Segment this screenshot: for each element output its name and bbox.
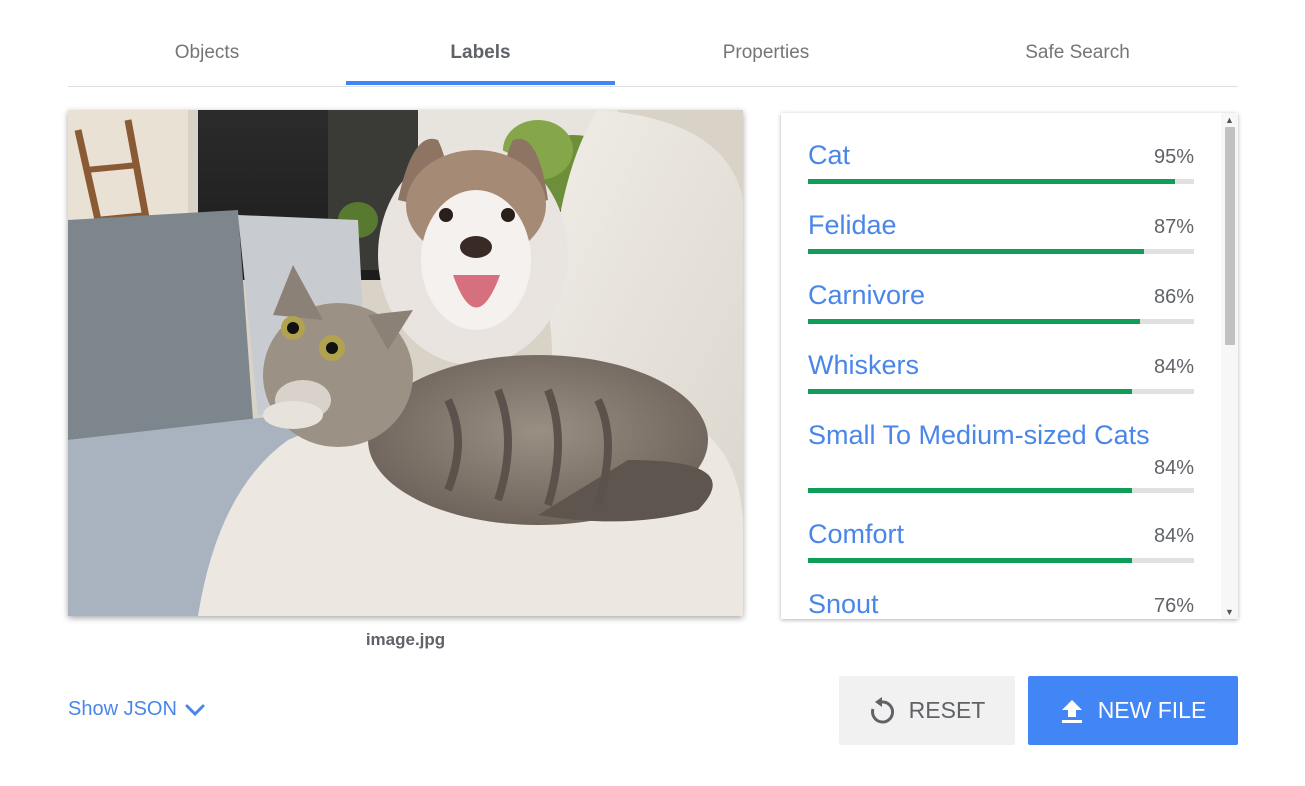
score-bar-fill: [808, 319, 1140, 324]
score-bar: [808, 389, 1194, 394]
score-bar-fill: [808, 179, 1175, 184]
label-item: Carnivore 86%: [808, 280, 1194, 350]
reset-label: RESET: [908, 697, 986, 723]
reset-icon: [870, 696, 894, 723]
label-percent: 84%: [1153, 356, 1194, 378]
active-tab-indicator: [346, 81, 615, 85]
uploaded-image: [68, 110, 743, 616]
label-percent: 76%: [1153, 595, 1194, 617]
labels-scrollbar[interactable]: ▲ ▼: [1221, 113, 1238, 619]
label-item: Whiskers 84%: [808, 350, 1194, 420]
label-name: Small To Medium-sized Cats: [808, 420, 1150, 450]
label-percent: 95%: [1153, 146, 1194, 168]
new-file-button[interactable]: NEW FILE: [1028, 676, 1238, 745]
label-name: Whiskers: [808, 350, 920, 380]
reset-button[interactable]: RESET: [839, 676, 1015, 745]
score-bar-fill: [808, 389, 1133, 394]
label-name: Snout: [808, 589, 879, 619]
score-bar-fill: [808, 488, 1133, 493]
score-bar: [808, 179, 1194, 184]
scroll-thumb[interactable]: [1225, 127, 1235, 345]
label-item: Cat 95%: [808, 140, 1194, 210]
label-item: Small To Medium-sized Cats 84%: [808, 420, 1194, 520]
show-json-label: Show JSON: [68, 698, 177, 720]
label-percent: 87%: [1153, 216, 1194, 238]
score-bar: [808, 249, 1194, 254]
tab-bar: Objects Labels Properties Safe Search: [68, 20, 1238, 87]
show-json-toggle[interactable]: Show JSON: [68, 698, 205, 721]
label-item: Snout 76%: [808, 589, 1194, 619]
new-file-label: NEW FILE: [1097, 697, 1207, 723]
image-caption: image.jpg: [365, 630, 446, 649]
score-bar-fill: [808, 558, 1133, 563]
score-bar-fill: [808, 249, 1144, 254]
score-bar: [808, 319, 1194, 324]
label-percent: 84%: [1153, 525, 1194, 547]
scroll-up-arrow-icon[interactable]: ▲: [1221, 114, 1238, 126]
label-item: Comfort 84%: [808, 519, 1194, 589]
label-name: Felidae: [808, 210, 897, 240]
score-bar: [808, 558, 1194, 563]
label-item: Felidae 87%: [808, 210, 1194, 280]
label-percent: 84%: [1153, 457, 1194, 479]
upload-icon: [1061, 699, 1082, 723]
label-percent: 86%: [1153, 286, 1194, 308]
scroll-down-arrow-icon[interactable]: ▼: [1221, 606, 1238, 618]
label-name: Cat: [808, 140, 851, 170]
label-name: Carnivore: [808, 280, 926, 310]
label-name: Comfort: [808, 519, 905, 549]
tab-properties[interactable]: Properties: [615, 20, 917, 86]
tab-objects[interactable]: Objects: [68, 20, 346, 86]
labels-panel: Cat 95% Felidae 87% Carnivore 86% Whiske…: [781, 113, 1238, 619]
tab-safe-search[interactable]: Safe Search: [917, 20, 1238, 86]
score-bar: [808, 488, 1194, 493]
tab-labels[interactable]: Labels: [346, 20, 615, 86]
chevron-down-icon: [185, 704, 205, 716]
